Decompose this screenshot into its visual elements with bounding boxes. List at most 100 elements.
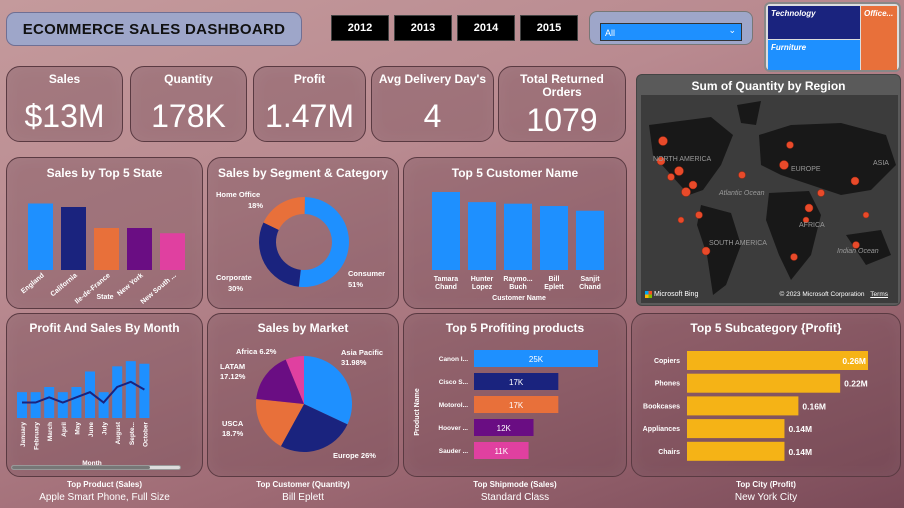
tile-furniture[interactable]: Furniture bbox=[768, 40, 860, 70]
label-south-america: SOUTH AMERICA bbox=[709, 240, 767, 247]
data-label-segment: 51% bbox=[348, 280, 363, 289]
data-label-products: 11K bbox=[494, 447, 508, 456]
tick-label-month: February bbox=[34, 422, 41, 450]
bar-customer[interactable] bbox=[468, 202, 496, 270]
bing-logo: Microsoft Bing bbox=[645, 291, 698, 298]
bar-month-sales[interactable] bbox=[125, 361, 136, 418]
bar-customer[interactable] bbox=[540, 206, 568, 270]
footer-value-product: Apple Smart Phone, Full Size bbox=[39, 492, 170, 503]
bar-month-sales[interactable] bbox=[57, 392, 68, 418]
data-label-market: 18.7% bbox=[222, 429, 244, 438]
bar-month-sales[interactable] bbox=[139, 363, 150, 418]
label-africa: AFRICA bbox=[799, 222, 825, 229]
donut-slice-segment[interactable] bbox=[263, 197, 305, 230]
data-label-products: 25K bbox=[529, 355, 544, 364]
chart-state[interactable]: England CaliforniaIle-de-France New YorkNe… bbox=[7, 158, 204, 310]
year-slicer-2014[interactable]: 2014 bbox=[457, 15, 515, 41]
footer-label-product: Top Product (Sales) bbox=[67, 480, 142, 489]
data-label-products: 17K bbox=[509, 401, 524, 410]
bar-month-sales[interactable] bbox=[30, 392, 41, 418]
legend-label-segment: Consumer bbox=[348, 269, 385, 278]
donut-slice-segment[interactable] bbox=[259, 222, 301, 287]
axis-label-products: Product Name bbox=[414, 388, 421, 436]
tick-label-customer-line2: Buch bbox=[509, 284, 527, 291]
tick-label-subcat: Appliances bbox=[643, 426, 680, 433]
bar-state[interactable] bbox=[61, 207, 86, 270]
bar-customer[interactable] bbox=[432, 192, 460, 270]
data-label-market: 31.98% bbox=[341, 358, 367, 367]
tick-label-state: New South ... bbox=[140, 272, 178, 306]
kpi-avg-delivery: Avg Delivery Day's 4 bbox=[371, 66, 494, 142]
legend-label-market: Europe 26% bbox=[333, 451, 376, 460]
data-label-subcat: 0.16M bbox=[802, 401, 826, 411]
bar-subcat[interactable] bbox=[687, 373, 841, 393]
donut-slice-segment[interactable] bbox=[298, 197, 349, 287]
year-slicer-2015[interactable]: 2015 bbox=[520, 15, 578, 41]
chart-customer[interactable]: TamaraChandHunterLopezRaymo...BuchBillEp… bbox=[404, 158, 628, 310]
microsoft-logo-icon bbox=[645, 291, 652, 298]
footer-value-customer: Bill Eplett bbox=[282, 492, 324, 503]
tick-label-month: October bbox=[142, 422, 149, 447]
filter-selected-value: All bbox=[605, 28, 616, 38]
bar-subcat[interactable] bbox=[687, 351, 868, 370]
bar-state[interactable] bbox=[94, 228, 119, 270]
tile-technology[interactable]: Technology bbox=[768, 6, 860, 39]
kpi-profit: Profit 1.47M bbox=[253, 66, 366, 142]
tick-label-customer-line2: Lopez bbox=[472, 284, 493, 291]
footer-label-city: Top City (Profit) bbox=[736, 480, 796, 489]
footer-label-customer: Top Customer (Quantity) bbox=[256, 480, 350, 489]
tick-label-products: Canon I... bbox=[439, 356, 468, 363]
panel-customer: Top 5 Customer Name Tamara Chand Hunter Lope… bbox=[403, 157, 627, 309]
chart-subcat[interactable]: 0.26M Copiers 0.22M Phones 0.16M Bookcases 0.1… bbox=[632, 314, 902, 478]
tick-label-month: Septe... bbox=[129, 422, 136, 445]
label-asia: ASIA bbox=[873, 160, 889, 167]
legend-label-market: Asia Pacific bbox=[341, 348, 383, 357]
chart-month[interactable]: January February March April May June July Augu… bbox=[7, 314, 204, 478]
data-label-subcat: 0.14M bbox=[788, 447, 812, 457]
tick-label-month: April bbox=[61, 422, 68, 437]
filter-dropdown[interactable]: All ⌄ bbox=[600, 23, 742, 41]
year-slicer-2013[interactable]: 2013 bbox=[394, 15, 452, 41]
year-slicer-2012[interactable]: 2012 bbox=[331, 15, 389, 41]
month-scrollbar-thumb[interactable] bbox=[12, 466, 150, 469]
bar-state[interactable] bbox=[28, 203, 53, 271]
bar-subcat[interactable] bbox=[687, 396, 799, 416]
chart-segment[interactable]: Consumer 51% Corporate 30% Home Office 18% bbox=[208, 158, 400, 310]
bar-month-sales[interactable] bbox=[98, 392, 109, 418]
bar-customer[interactable] bbox=[504, 203, 532, 270]
label-indian: Indian Ocean bbox=[837, 248, 879, 255]
bar-month-sales[interactable] bbox=[44, 387, 55, 418]
month-scrollbar[interactable] bbox=[11, 465, 181, 470]
footer-value-shipmode: Standard Class bbox=[480, 492, 550, 503]
tick-label-subcat: Phones bbox=[655, 381, 680, 388]
bar-subcat[interactable] bbox=[687, 441, 785, 461]
tick-label-subcat: Copiers bbox=[654, 358, 680, 365]
bar-customer[interactable] bbox=[576, 210, 604, 270]
data-label-segment: 30% bbox=[228, 284, 243, 293]
tick-label-month: August bbox=[115, 421, 122, 444]
tick-label-customer: Sanjit bbox=[580, 276, 600, 283]
landmass bbox=[649, 101, 896, 295]
bar-subcat[interactable] bbox=[687, 419, 785, 439]
map-terms-link[interactable]: Terms bbox=[870, 291, 888, 298]
bar-state[interactable] bbox=[160, 233, 185, 270]
chart-market[interactable]: Asia Pacific31.98% Europe 26% USCA18.7% LAT… bbox=[208, 314, 400, 478]
tick-label-customer: Hunter bbox=[471, 276, 494, 283]
tick-label-products: Sauder ... bbox=[439, 448, 468, 455]
kpi-returned-orders: Total Returned Orders 1079 bbox=[498, 66, 626, 142]
tick-label-products: Hoover ... bbox=[438, 425, 468, 432]
axis-label-customer: Customer Name bbox=[492, 295, 546, 302]
chart-products[interactable]: 25K Canon I... 17K Cisco S... 17K Motorol... 1… bbox=[404, 314, 628, 478]
bar-month-sales[interactable] bbox=[71, 387, 82, 418]
bar-month-sales[interactable] bbox=[17, 392, 27, 418]
map-copyright: © 2023 Microsoft Corporation Terms bbox=[779, 291, 888, 298]
tile-office-supplies[interactable]: Office... bbox=[861, 6, 897, 70]
bar-state[interactable] bbox=[127, 228, 152, 270]
panel-market: Sales by Market Asia Pacific 31.98% Europe … bbox=[207, 313, 399, 477]
panel-products: Top 5 Profiting products 25K Canon I... 17K… bbox=[403, 313, 627, 477]
map-title: Sum of Quantity by Region bbox=[691, 79, 846, 93]
world-map[interactable]: NORTH AMERICA EUROPE ASIA AFRICA SOUTH A… bbox=[641, 95, 898, 303]
data-label-products: 17K bbox=[509, 378, 524, 387]
dashboard-title-box: ECOMMERCE SALES DASHBOARD bbox=[6, 12, 302, 46]
legend-label-market: LATAM bbox=[220, 362, 245, 371]
